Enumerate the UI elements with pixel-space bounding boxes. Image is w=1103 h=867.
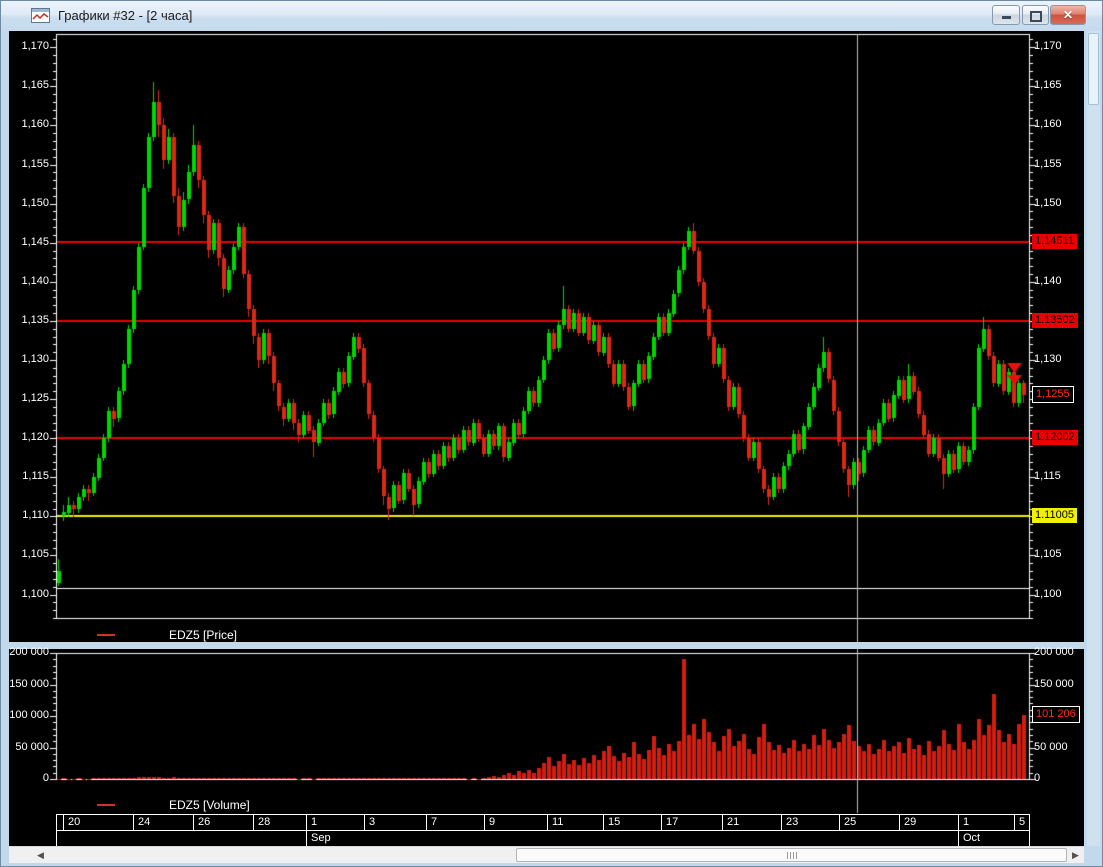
chart-canvas[interactable]: [1, 1, 1102, 866]
vertical-scrollbar[interactable]: [1087, 31, 1100, 846]
scrollbar-grip-icon: [786, 852, 797, 859]
vertical-scrollbar-thumb[interactable]: [1088, 33, 1099, 105]
scroll-left-arrow-icon[interactable]: ◀: [32, 847, 49, 863]
scroll-right-arrow-icon[interactable]: ▶: [1067, 847, 1084, 863]
horizontal-scrollbar-thumb[interactable]: [516, 848, 1067, 862]
horizontal-scrollbar[interactable]: ◀ ▶: [9, 846, 1084, 863]
chart-window: Графики #32 - [2 часа] ✕ EDZ5 [Price] ED…: [0, 0, 1103, 867]
